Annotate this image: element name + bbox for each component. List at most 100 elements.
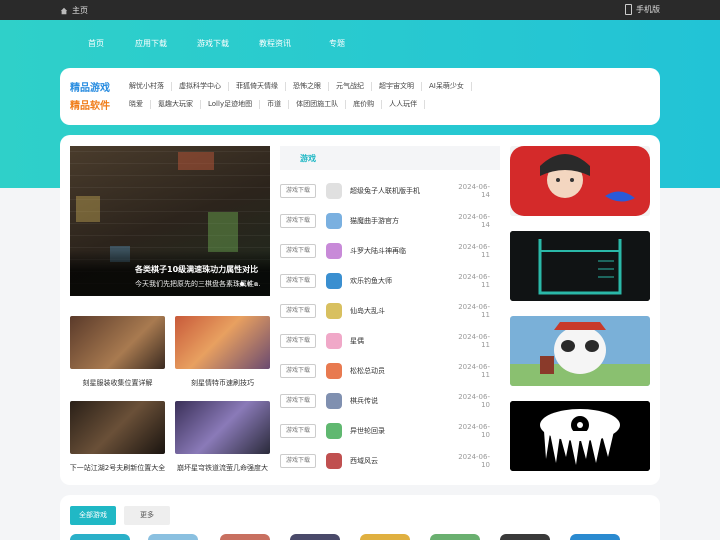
more-button[interactable]: 更多 — [124, 506, 170, 525]
category-item[interactable]: AI呆萌少女 — [422, 82, 472, 91]
list-item[interactable]: 游戏下载 西域风云 2024-06-10 — [280, 446, 490, 476]
list-item[interactable]: 游戏下载 松松总动员 2024-06-11 — [280, 356, 490, 386]
game-name[interactable]: 松松总动员 — [350, 366, 450, 376]
game-date: 2024-06-10 — [458, 393, 490, 409]
category-item[interactable]: 元气战纪 — [329, 82, 372, 91]
article-caption[interactable]: 刻星服装收集位置详解 — [60, 378, 175, 388]
game-name[interactable]: 欢乐钓鱼大师 — [350, 276, 450, 286]
category-item[interactable]: 氪趣大玩家 — [151, 100, 201, 109]
article-caption[interactable]: 下一站江湖2号夫刷新位置大全 — [60, 463, 175, 473]
game-card-peek[interactable] — [290, 534, 340, 540]
list-item[interactable]: 游戏下载 异世轮回录 2024-06-10 — [280, 416, 490, 446]
game-icon — [326, 423, 342, 439]
phone-icon — [625, 4, 632, 15]
list-item[interactable]: 游戏下载 棋兵传说 2024-06-10 — [280, 386, 490, 416]
game-card-peek[interactable] — [500, 534, 550, 540]
game-card-peek[interactable] — [570, 534, 620, 540]
list-item[interactable]: 游戏下载 仙岛大乱斗 2024-06-11 — [280, 296, 490, 326]
category-item[interactable]: 恐怖之眼 — [286, 82, 329, 91]
game-icon — [326, 393, 342, 409]
download-badge[interactable]: 游戏下载 — [280, 244, 316, 258]
category-item[interactable]: 解忧小村落 — [122, 82, 172, 91]
game-card-peek[interactable] — [148, 534, 198, 540]
list-item[interactable]: 游戏下载 超级兔子人联机版手机 2024-06-14 — [280, 176, 490, 206]
category-games-row: 精品游戏 解忧小村落 虚拟科学中心 菲狐倚天情缘 恐怖之眼 元气战纪 超宇宙文明… — [70, 79, 472, 94]
home-icon — [60, 7, 68, 14]
banner-graphic — [178, 152, 214, 170]
category-item[interactable]: 币道 — [260, 100, 290, 109]
download-badge[interactable]: 游戏下载 — [280, 424, 316, 438]
game-card-peek[interactable] — [360, 534, 410, 540]
list-item[interactable]: 游戏下载 欢乐钓鱼大师 2024-06-11 — [280, 266, 490, 296]
article-thumbnail[interactable] — [175, 401, 270, 454]
list-item[interactable]: 游戏下载 猫魔曲手游官方 2024-06-14 — [280, 206, 490, 236]
article-thumbnail[interactable] — [70, 401, 165, 454]
article-caption[interactable]: 崩坏星穹铁道流萤几命强度大 — [165, 463, 280, 473]
game-date: 2024-06-10 — [458, 423, 490, 439]
mobile-version-link[interactable]: 手机版 — [625, 4, 660, 15]
category-item[interactable]: 虚拟科学中心 — [172, 82, 229, 91]
nav-games[interactable]: 游戏下载 — [182, 37, 244, 51]
featured-game-image[interactable] — [510, 316, 650, 386]
game-icon — [326, 453, 342, 469]
download-badge[interactable]: 游戏下载 — [280, 184, 316, 198]
game-card-peek[interactable] — [220, 534, 270, 540]
category-card: 精品游戏 解忧小村落 虚拟科学中心 菲狐倚天情缘 恐怖之眼 元气战纪 超宇宙文明… — [60, 68, 660, 125]
game-icon — [326, 243, 342, 259]
nav-apps[interactable]: 应用下载 — [120, 37, 182, 51]
game-icon — [326, 363, 342, 379]
game-name[interactable]: 超级兔子人联机版手机 — [350, 186, 450, 196]
pagination-dot[interactable] — [254, 282, 258, 286]
featured-game-image[interactable] — [510, 401, 650, 471]
featured-game-image[interactable] — [510, 146, 650, 216]
category-games-tag: 精品游戏 — [70, 83, 110, 94]
game-name[interactable]: 星偶 — [350, 336, 450, 346]
banner-graphic — [76, 196, 100, 222]
download-badge[interactable]: 游戏下载 — [280, 394, 316, 408]
category-software-row: 精品软件 晓爱 氪趣大玩家 Lolly足迹地图 币道 体团团施工队 底价购 人人… — [70, 97, 426, 112]
home-link[interactable]: 主页 — [60, 5, 88, 16]
article-caption[interactable]: 刻星情特币速刷技巧 — [165, 378, 280, 388]
mobile-label: 手机版 — [636, 5, 660, 14]
list-item[interactable]: 游戏下载 斗罗大陆斗神再临 2024-06-11 — [280, 236, 490, 266]
banner-title: 各类棋子10级满速珠功力属性对比 — [135, 265, 259, 274]
list-item[interactable]: 游戏下载 星偶 2024-06-11 — [280, 326, 490, 356]
article-thumbnail[interactable] — [175, 316, 270, 369]
category-item[interactable]: 超宇宙文明 — [372, 82, 422, 91]
game-name[interactable]: 斗罗大陆斗神再临 — [350, 246, 450, 256]
download-badge[interactable]: 游戏下载 — [280, 364, 316, 378]
download-badge[interactable]: 游戏下载 — [280, 334, 316, 348]
game-date: 2024-06-14 — [458, 213, 490, 229]
featured-banner[interactable]: 各类棋子10级满速珠功力属性对比 今天我们先把原先的三棋盘各素珠属性... — [70, 146, 270, 296]
nav-topics[interactable]: 专题 — [306, 37, 368, 51]
game-name[interactable]: 棋兵传说 — [350, 396, 450, 406]
game-icon — [326, 183, 342, 199]
download-badge[interactable]: 游戏下载 — [280, 454, 316, 468]
game-card-peek[interactable] — [70, 534, 130, 540]
nav-home[interactable]: 首页 — [72, 37, 120, 51]
pagination-dot[interactable] — [240, 282, 244, 286]
all-games-button[interactable]: 全部游戏 — [70, 506, 116, 525]
game-date: 2024-06-10 — [458, 453, 490, 469]
game-name[interactable]: 西域风云 — [350, 456, 450, 466]
category-item[interactable]: 体团团施工队 — [289, 100, 347, 109]
download-badge[interactable]: 游戏下载 — [280, 214, 316, 228]
category-item[interactable]: 菲狐倚天情缘 — [229, 82, 286, 91]
game-name[interactable]: 异世轮回录 — [350, 426, 450, 436]
game-icon — [326, 303, 342, 319]
main-nav: 首页 应用下载 游戏下载 教程资讯 专题 — [72, 37, 368, 51]
tab-games[interactable]: 游戏 — [300, 153, 316, 164]
game-card-peek[interactable] — [430, 534, 480, 540]
download-badge[interactable]: 游戏下载 — [280, 304, 316, 318]
category-item[interactable]: Lolly足迹地图 — [201, 100, 261, 109]
game-name[interactable]: 仙岛大乱斗 — [350, 306, 450, 316]
download-badge[interactable]: 游戏下载 — [280, 274, 316, 288]
category-item[interactable]: 底价购 — [346, 100, 383, 109]
nav-tutorials[interactable]: 教程资讯 — [244, 37, 306, 51]
game-name[interactable]: 猫魔曲手游官方 — [350, 216, 450, 226]
category-item[interactable]: 人人玩伴 — [382, 100, 426, 109]
article-thumbnail[interactable] — [70, 316, 165, 369]
pagination-dot[interactable] — [247, 282, 251, 286]
featured-game-image[interactable] — [510, 231, 650, 301]
category-item[interactable]: 晓爱 — [122, 100, 151, 109]
